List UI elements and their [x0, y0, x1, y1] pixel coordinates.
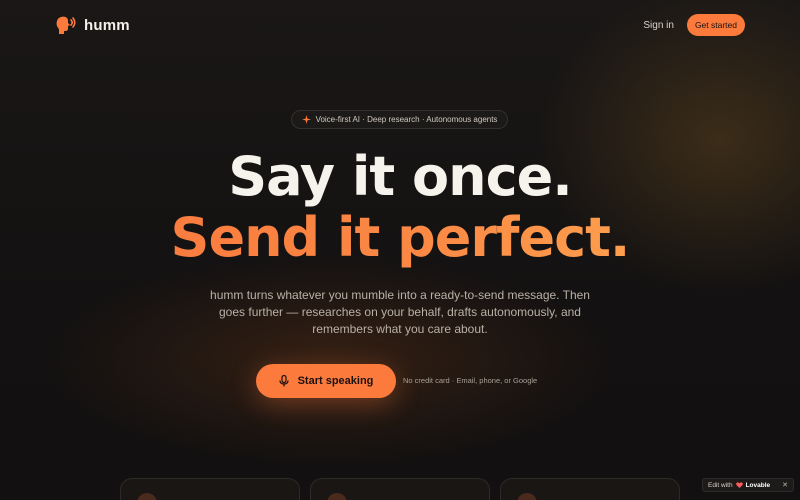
feature-card[interactable] [500, 478, 680, 500]
sparkle-icon [301, 115, 311, 124]
hero-subheading: humm turns whatever you mumble into a re… [210, 288, 590, 336]
start-speaking-label: Start speaking [297, 375, 374, 387]
feature-card[interactable] [120, 478, 300, 500]
feature-card-icon [327, 493, 347, 500]
close-icon[interactable]: ✕ [782, 481, 788, 489]
feature-pill-text: Voice-first AI · Deep research · Autonom… [315, 115, 498, 124]
feature-card[interactable] [310, 478, 490, 500]
badge-prefix: Edit with [708, 481, 733, 489]
feature-pill: Voice-first AI · Deep research · Autonom… [291, 110, 508, 129]
top-nav: humm Sign in Get started [0, 0, 800, 50]
feature-card-icon [517, 493, 537, 500]
microphone-icon [278, 375, 289, 387]
brand-logo[interactable]: humm [56, 16, 130, 34]
headline-line-1: Say it once. [228, 145, 572, 208]
cta-note: No credit card · Email, phone, or Google [403, 376, 538, 385]
get-started-button[interactable]: Get started [686, 14, 745, 36]
feature-card-icon [137, 493, 157, 500]
headline-line-2: Send it perfect. [0, 206, 800, 269]
start-speaking-button[interactable]: Start speaking [256, 364, 396, 398]
speaking-head-icon [56, 16, 76, 34]
nav-actions: Sign in Get started [643, 14, 745, 36]
heart-icon [735, 482, 743, 488]
brand-name: humm [84, 16, 130, 34]
sign-in-link[interactable]: Sign in [643, 20, 674, 31]
badge-brand: Lovable [745, 481, 771, 489]
edit-with-lovable-badge[interactable]: Edit with Lovable ✕ [702, 478, 794, 492]
